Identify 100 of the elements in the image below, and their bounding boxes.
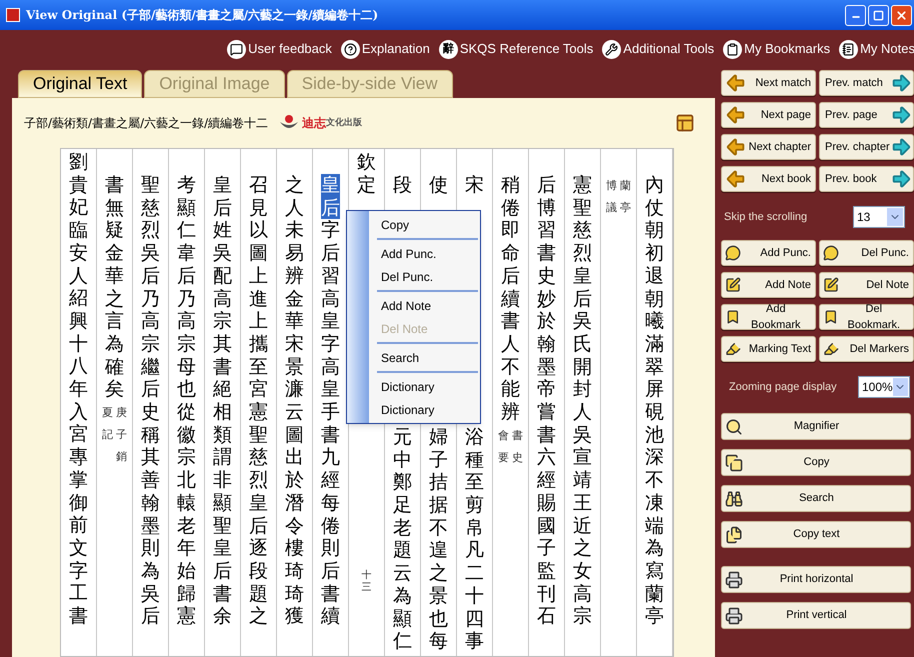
- column-text: 使: [429, 174, 448, 197]
- tab[interactable]: Original Text: [18, 70, 142, 98]
- nav-button[interactable]: Prev. match: [819, 70, 914, 96]
- wide-button[interactable]: Print horizontal: [721, 566, 911, 593]
- right-arrow-icon: [890, 72, 912, 94]
- skip-select[interactable]: 13: [853, 206, 905, 228]
- nav-button[interactable]: Next match: [721, 70, 816, 96]
- right-arrow-icon: [890, 136, 912, 158]
- logo-text: 迪志: [302, 115, 326, 132]
- column-text: 考顯仁韋后乃高宗母也從徽宗北轅老年始歸憲: [177, 174, 196, 628]
- tool-button[interactable]: Add Punc.: [721, 240, 816, 266]
- wide-button[interactable]: Copy text: [721, 521, 911, 548]
- tool-button[interactable]: Del Punc.: [819, 240, 914, 266]
- printer-icon: [725, 606, 743, 624]
- toolbar-button[interactable]: My Bookmarks: [723, 39, 830, 59]
- annotation-text: 蘭亭: [620, 178, 631, 216]
- wide-button[interactable]: Magnifier: [721, 413, 911, 440]
- nav-button[interactable]: Prev. chapter: [819, 134, 914, 160]
- column-text: 后博習書史妙於翰墨帝嘗書六經賜國子監刊石: [537, 174, 556, 628]
- speech-bubble-icon: [823, 245, 839, 261]
- annotation-text: 會要: [498, 428, 509, 466]
- menu-item[interactable]: Add Punc.: [377, 242, 478, 265]
- nav-button[interactable]: Prev. page: [819, 102, 914, 128]
- wide-button[interactable]: Copy: [721, 449, 911, 476]
- clipboard-icon: [723, 40, 742, 58]
- column-text: 元中鄭足老題云為顯仁: [393, 426, 412, 653]
- annotation-text: 書史: [512, 428, 523, 466]
- menu-item[interactable]: Del Punc.: [377, 265, 478, 288]
- column-text: 內仗朝初退朝曦滿翠屏硯池深不凍端為寫蘭亭: [645, 174, 664, 628]
- column-text: 婦子拮据不遑之景也每: [429, 426, 448, 653]
- left-arrow-icon: [725, 104, 747, 126]
- logo-subtext: 文化出版: [326, 117, 362, 128]
- annotation-text: 博議: [606, 178, 617, 216]
- dropdown-icon: [887, 208, 903, 226]
- window-title: View Original (子部/藝術類/書畫之屬/六藝之一錄/續編卷十二): [26, 7, 380, 24]
- toolbar-button[interactable]: Explanation: [340, 39, 430, 59]
- maximize-button[interactable]: [868, 4, 889, 26]
- right-arrow-icon: [890, 104, 912, 126]
- nav-button[interactable]: Next chapter: [721, 134, 816, 160]
- zoom-label: Zooming page display: [729, 380, 837, 395]
- tool-button[interactable]: Add Bookmark: [721, 304, 816, 330]
- tool-button[interactable]: Del Note: [819, 272, 914, 298]
- toolbar-button[interactable]: 辭 SKQS Reference Tools: [438, 39, 594, 59]
- column-text: 召見以圖上進上攜至宮憲聖慈烈皇后逐段題之: [249, 174, 268, 628]
- menu-item[interactable]: Add Note: [377, 294, 478, 317]
- menu-item[interactable]: Copy: [377, 213, 478, 236]
- files-icon: [725, 526, 743, 544]
- skip-label: Skip the scrolling: [724, 210, 808, 225]
- wrench-icon: [602, 40, 622, 58]
- nav-button[interactable]: Prev. book: [819, 166, 914, 192]
- breadcrumb: 子部/藝術類/書畫之屬/六藝之一錄/續編卷十二: [24, 115, 268, 132]
- left-arrow-icon: [725, 168, 747, 190]
- tool-button[interactable]: Del Bookmark.: [819, 304, 914, 330]
- left-arrow-icon: [725, 136, 747, 158]
- column-text: 聖慈烈吳后乃高宗繼后史稱其善翰墨則為吳后: [141, 174, 160, 628]
- left-arrow-icon: [725, 72, 747, 94]
- binoculars-icon: [725, 490, 743, 508]
- menu-item[interactable]: Search: [377, 346, 478, 369]
- highlighter-icon: [725, 341, 741, 357]
- column-text: 之人未易辨金華宋景濂云圖出於潛令樓琦琦獲: [285, 174, 304, 628]
- column-text: 稍倦即命后續書人不能辨: [501, 174, 520, 424]
- toolbar-button[interactable]: User feedback: [227, 39, 332, 59]
- window-layout-icon[interactable]: [675, 113, 695, 133]
- printer-icon: [725, 570, 743, 588]
- column-text: 皇后姓吳配高宗其書絕相類謂非顯聖皇后書余: [213, 174, 232, 628]
- column-text: 宋: [465, 174, 484, 197]
- annotation-text: 夏記: [102, 405, 113, 444]
- copy-icon: [725, 454, 743, 472]
- annotation-text: 庚子銷: [116, 405, 127, 466]
- column-text: 浴種至剪帛凡二十四事: [465, 426, 484, 653]
- column-text: 欽定: [357, 151, 376, 196]
- close-button[interactable]: [891, 4, 912, 26]
- column-text: 書無疑金華之言為確矣: [105, 174, 124, 402]
- app-icon: [6, 8, 20, 22]
- close-icon: [895, 8, 908, 22]
- menu-item[interactable]: Dictionary: [377, 398, 478, 421]
- minimize-button[interactable]: [845, 4, 866, 26]
- tool-button[interactable]: Del Markers: [819, 336, 914, 362]
- nav-button[interactable]: Next page: [721, 102, 816, 128]
- toolbar-button[interactable]: Additional Tools: [602, 39, 714, 59]
- bookmark-icon: [725, 309, 741, 325]
- magnifier-icon: [725, 418, 743, 436]
- nav-button[interactable]: Next book: [721, 166, 816, 192]
- glyph-icon: 辭: [438, 40, 458, 58]
- column-text: 段: [393, 174, 412, 197]
- column-text: 劉貴妃臨安人紹興十八年入宮專掌御前文字工書: [69, 151, 88, 628]
- zoom-select[interactable]: 100%: [858, 376, 910, 398]
- wide-button[interactable]: Search: [721, 485, 911, 512]
- right-arrow-icon: [890, 168, 912, 190]
- page-number: 十三: [362, 570, 372, 594]
- tool-button[interactable]: Add Note: [721, 272, 816, 298]
- bookmark-icon: [823, 309, 839, 325]
- column-text: 憲聖慈烈皇后吳氏開封人吳宣靖王近之女高宗: [573, 174, 592, 628]
- tool-button[interactable]: Marking Text: [721, 336, 816, 362]
- feedback-icon: [227, 40, 246, 58]
- dropdown-icon: [892, 378, 908, 396]
- help-icon: [340, 40, 360, 58]
- selected-text: 皇后: [321, 174, 340, 220]
- wide-button[interactable]: Print vertical: [721, 602, 911, 629]
- menu-item[interactable]: Dictionary: [377, 375, 478, 398]
